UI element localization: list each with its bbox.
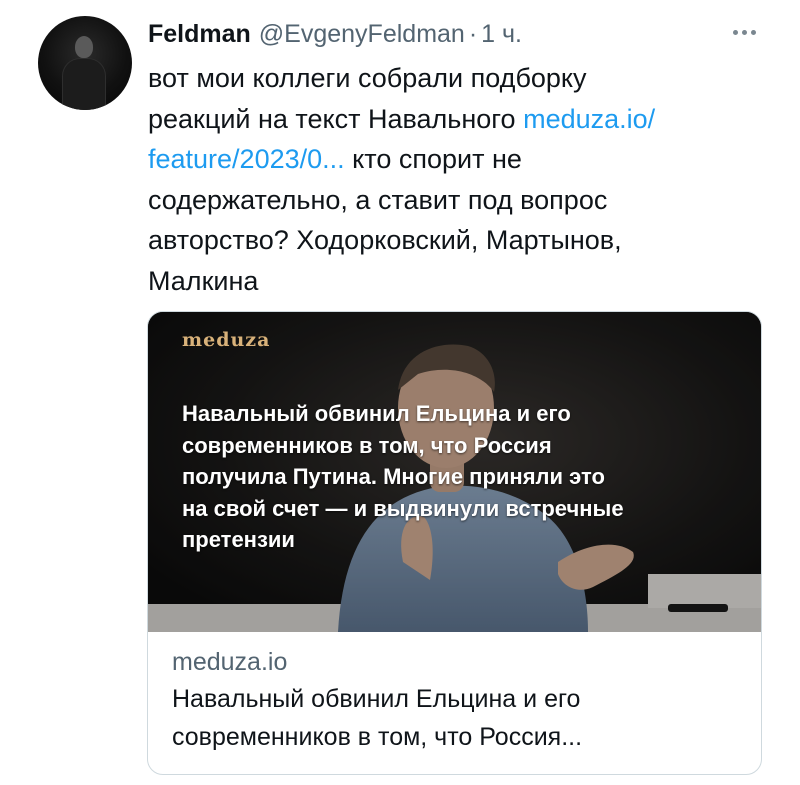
card-title-line: современников в том, что Россия...	[172, 723, 583, 751]
tweet-text-line: авторство? Ходорковский, Мартынов,	[148, 225, 622, 255]
tweet-text-line: вот мои коллеги собрали подборку	[148, 63, 587, 93]
tweet[interactable]: Feldman @EvgenyFeldman · 1 ч. вот мои ко…	[0, 0, 800, 785]
tweet-text: вот мои коллеги собрали подборку реакций…	[148, 58, 768, 301]
tweet-text-line: Малкина	[148, 265, 259, 296]
separator-dot: ·	[468, 19, 478, 48]
tweet-link-continued[interactable]: feature/2023/0...	[148, 144, 345, 174]
link-preview-card[interactable]: meduza Навальный обвинил Ельцина и его с…	[147, 311, 762, 775]
tweet-text-line: feature/2023/0... кто спорит не	[148, 139, 768, 180]
tweet-text-line: содержательно, а ставит под вопрос	[148, 184, 608, 215]
user-handle[interactable]: @EvgenyFeldman	[259, 20, 465, 49]
card-image[interactable]: meduza Навальный обвинил Ельцина и его с…	[148, 312, 761, 632]
headline-line: на свой счет — и выдвинули встречные	[182, 495, 624, 521]
tweet-text-line: реакций на текст Навального meduza.io/	[148, 99, 768, 140]
tweet-text-segment: реакций на текст Навального	[148, 103, 524, 134]
tweet-header: Feldman @EvgenyFeldman · 1 ч.	[148, 14, 522, 54]
meduza-logo: meduza	[182, 329, 271, 351]
card-meta[interactable]: meduza.io Навальный обвинил Ельцина и ег…	[172, 644, 742, 756]
headline-line: Навальный обвинил Ельцина и его	[182, 401, 571, 426]
headline-line: получила Путина. Многие приняли это	[182, 464, 605, 489]
more-horizontal-icon[interactable]	[726, 18, 762, 46]
timestamp[interactable]: 1 ч.	[481, 20, 522, 49]
avatar-figure-body	[62, 58, 106, 110]
headline-line: претензии	[182, 527, 295, 552]
card-image-headline: Навальный обвинил Ельцина и его современ…	[182, 398, 742, 556]
tweet-link[interactable]: meduza.io/	[523, 104, 655, 134]
display-name[interactable]: Feldman	[148, 20, 251, 49]
headline-line: современников в том, что Россия	[182, 432, 552, 458]
avatar[interactable]	[38, 16, 132, 110]
card-title[interactable]: Навальный обвинил Ельцина и его современ…	[172, 680, 742, 756]
card-domain[interactable]: meduza.io	[172, 644, 742, 680]
tweet-text-segment: кто спорит не	[344, 144, 522, 174]
avatar-figure-head	[75, 36, 93, 58]
card-title-line: Навальный обвинил Ельцина и его	[172, 685, 581, 713]
